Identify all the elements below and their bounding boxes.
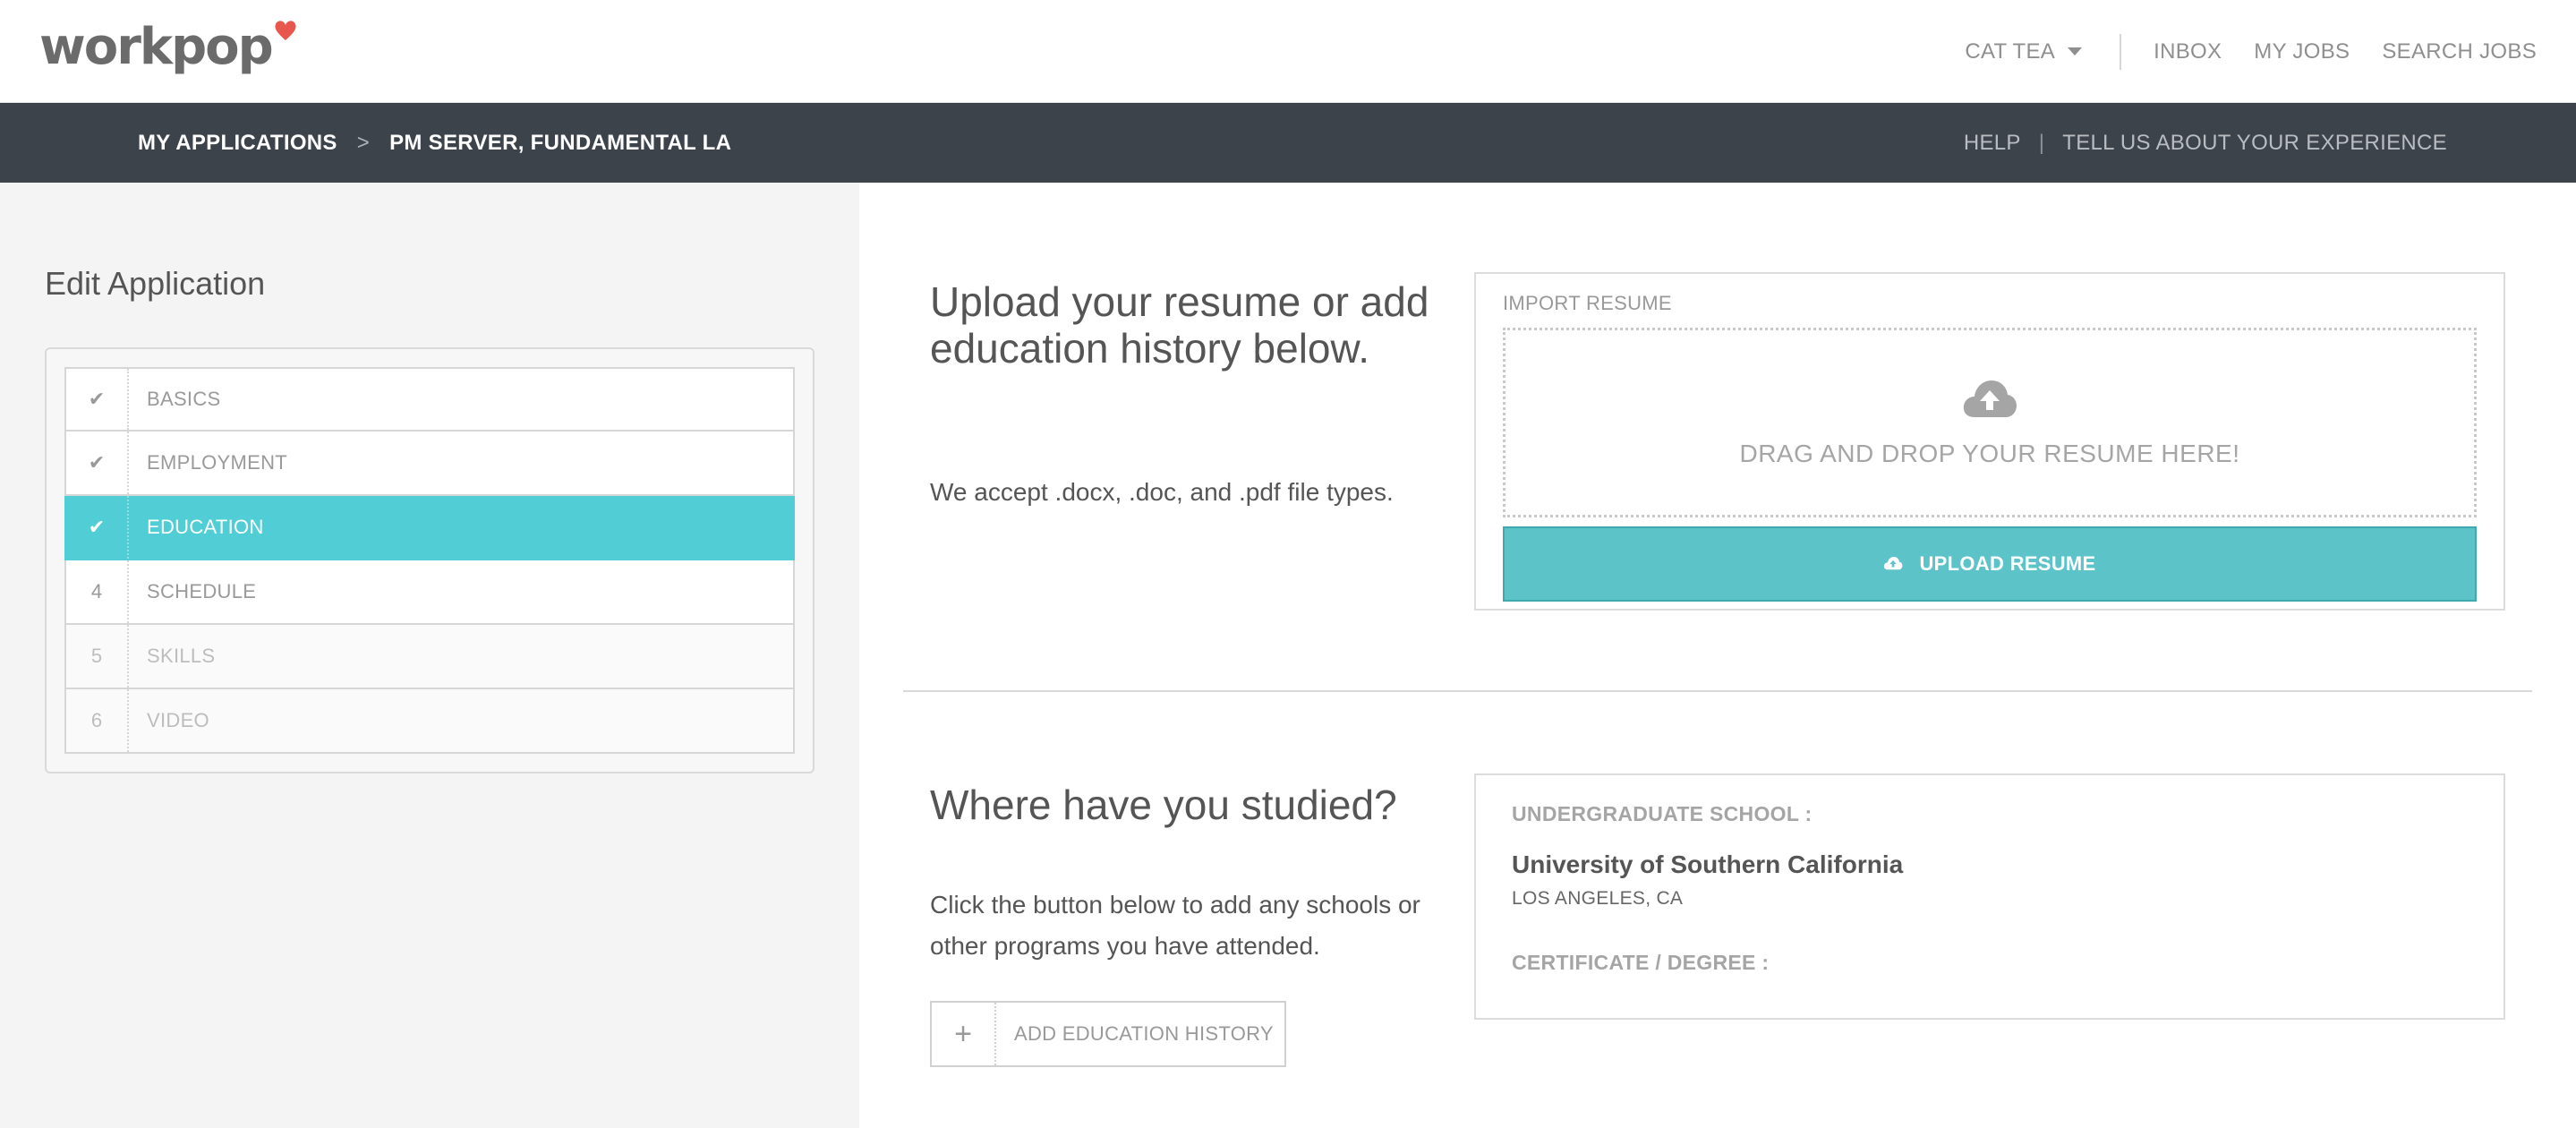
logo-text: workpop bbox=[39, 18, 274, 76]
cloud-upload-icon bbox=[1883, 552, 1903, 576]
step-schedule[interactable]: 4 SCHEDULE bbox=[64, 560, 795, 625]
add-education-label: ADD EDUCATION HISTORY bbox=[1014, 1022, 1274, 1045]
file-types-note: We accept .docx, .doc, and .pdf file typ… bbox=[930, 478, 1394, 506]
add-education-history-button[interactable]: + ADD EDUCATION HISTORY bbox=[930, 1001, 1286, 1067]
dropzone-text: DRAG AND DROP YOUR RESUME HERE! bbox=[1739, 439, 2240, 467]
edit-application-title: Edit Application bbox=[45, 265, 266, 302]
school-card[interactable]: UNDERGRADUATE SCHOOL : University of Sou… bbox=[1474, 773, 2505, 1020]
nav-inbox[interactable]: INBOX bbox=[2154, 39, 2222, 64]
step-label: BASICS bbox=[147, 388, 221, 410]
undergraduate-school-label: UNDERGRADUATE SCHOOL : bbox=[1512, 802, 1813, 825]
feedback-link[interactable]: TELL US ABOUT YOUR EXPERIENCE bbox=[2062, 131, 2447, 156]
step-education[interactable]: ✔ EDUCATION bbox=[64, 496, 795, 560]
step-basics[interactable]: ✔ BASICS bbox=[64, 367, 795, 432]
breadcrumb-separator: > bbox=[356, 130, 371, 155]
left-panel: Edit Application ✔ BASICS ✔ EMPLOYMENT ✔… bbox=[0, 183, 859, 1128]
step-label: EDUCATION bbox=[147, 516, 264, 538]
step-label: EMPLOYMENT bbox=[147, 451, 288, 474]
school-name: University of Southern California bbox=[1512, 850, 1904, 878]
upload-heading: Upload your resume or add education hist… bbox=[930, 278, 1429, 372]
check-icon: ✔ bbox=[66, 432, 129, 494]
help-links: HELP | TELL US ABOUT YOUR EXPERIENCE bbox=[1964, 103, 2447, 183]
section-divider bbox=[903, 690, 2532, 692]
education-heading: Where have you studied? bbox=[930, 782, 1397, 828]
upload-resume-button[interactable]: UPLOAD RESUME bbox=[1503, 526, 2477, 602]
check-icon: ✔ bbox=[66, 496, 129, 559]
upload-resume-label: UPLOAD RESUME bbox=[1919, 552, 2096, 575]
cloud-upload-icon bbox=[1962, 378, 2017, 423]
main-content: Upload your resume or add education hist… bbox=[859, 183, 2576, 1128]
education-instructions: Click the button below to add any school… bbox=[930, 891, 1420, 960]
breadcrumb: MY APPLICATIONS > PM SERVER, FUNDAMENTAL… bbox=[138, 103, 731, 183]
step-label: SCHEDULE bbox=[147, 580, 257, 602]
certificate-degree-label: CERTIFICATE / DEGREE : bbox=[1512, 951, 1770, 974]
import-resume-label: IMPORT RESUME bbox=[1503, 292, 1672, 314]
top-header: workpop CAT TEA INBOX MY JOBS SEARCH JOB… bbox=[0, 0, 2576, 103]
pipe-divider: | bbox=[2038, 130, 2045, 155]
nav-my-jobs[interactable]: MY JOBS bbox=[2254, 39, 2350, 64]
caret-down-icon bbox=[2068, 47, 2083, 56]
step-list: ✔ BASICS ✔ EMPLOYMENT ✔ EDUCATION 4 SCHE… bbox=[45, 347, 815, 773]
step-video: 6 VIDEO bbox=[64, 689, 795, 754]
step-label: SKILLS bbox=[147, 645, 216, 667]
step-skills: 5 SKILLS bbox=[64, 625, 795, 689]
user-menu[interactable]: CAT TEA bbox=[1965, 33, 2122, 70]
step-label: VIDEO bbox=[147, 709, 209, 731]
user-name: CAT TEA bbox=[1965, 38, 2056, 64]
resume-dropzone[interactable]: DRAG AND DROP YOUR RESUME HERE! bbox=[1503, 328, 2477, 517]
workpop-logo[interactable]: workpop bbox=[39, 16, 297, 79]
school-location: LOS ANGELES, CA bbox=[1512, 888, 1684, 909]
step-number: 6 bbox=[66, 689, 129, 752]
breadcrumb-my-applications[interactable]: MY APPLICATIONS bbox=[138, 131, 337, 156]
step-number: 5 bbox=[66, 625, 129, 688]
heart-icon bbox=[274, 20, 297, 46]
breadcrumb-bar: MY APPLICATIONS > PM SERVER, FUNDAMENTAL… bbox=[0, 103, 2576, 183]
step-employment[interactable]: ✔ EMPLOYMENT bbox=[64, 432, 795, 496]
check-icon: ✔ bbox=[66, 369, 129, 430]
help-link[interactable]: HELP bbox=[1964, 131, 2021, 156]
breadcrumb-current: PM SERVER, FUNDAMENTAL LA bbox=[389, 130, 732, 155]
import-resume-panel: IMPORT RESUME DRAG AND DROP YOUR RESUME … bbox=[1474, 272, 2505, 611]
top-nav: CAT TEA INBOX MY JOBS SEARCH JOBS bbox=[1965, 0, 2537, 103]
plus-icon: + bbox=[932, 1003, 996, 1065]
nav-search-jobs[interactable]: SEARCH JOBS bbox=[2382, 39, 2537, 64]
step-number: 4 bbox=[66, 560, 129, 623]
